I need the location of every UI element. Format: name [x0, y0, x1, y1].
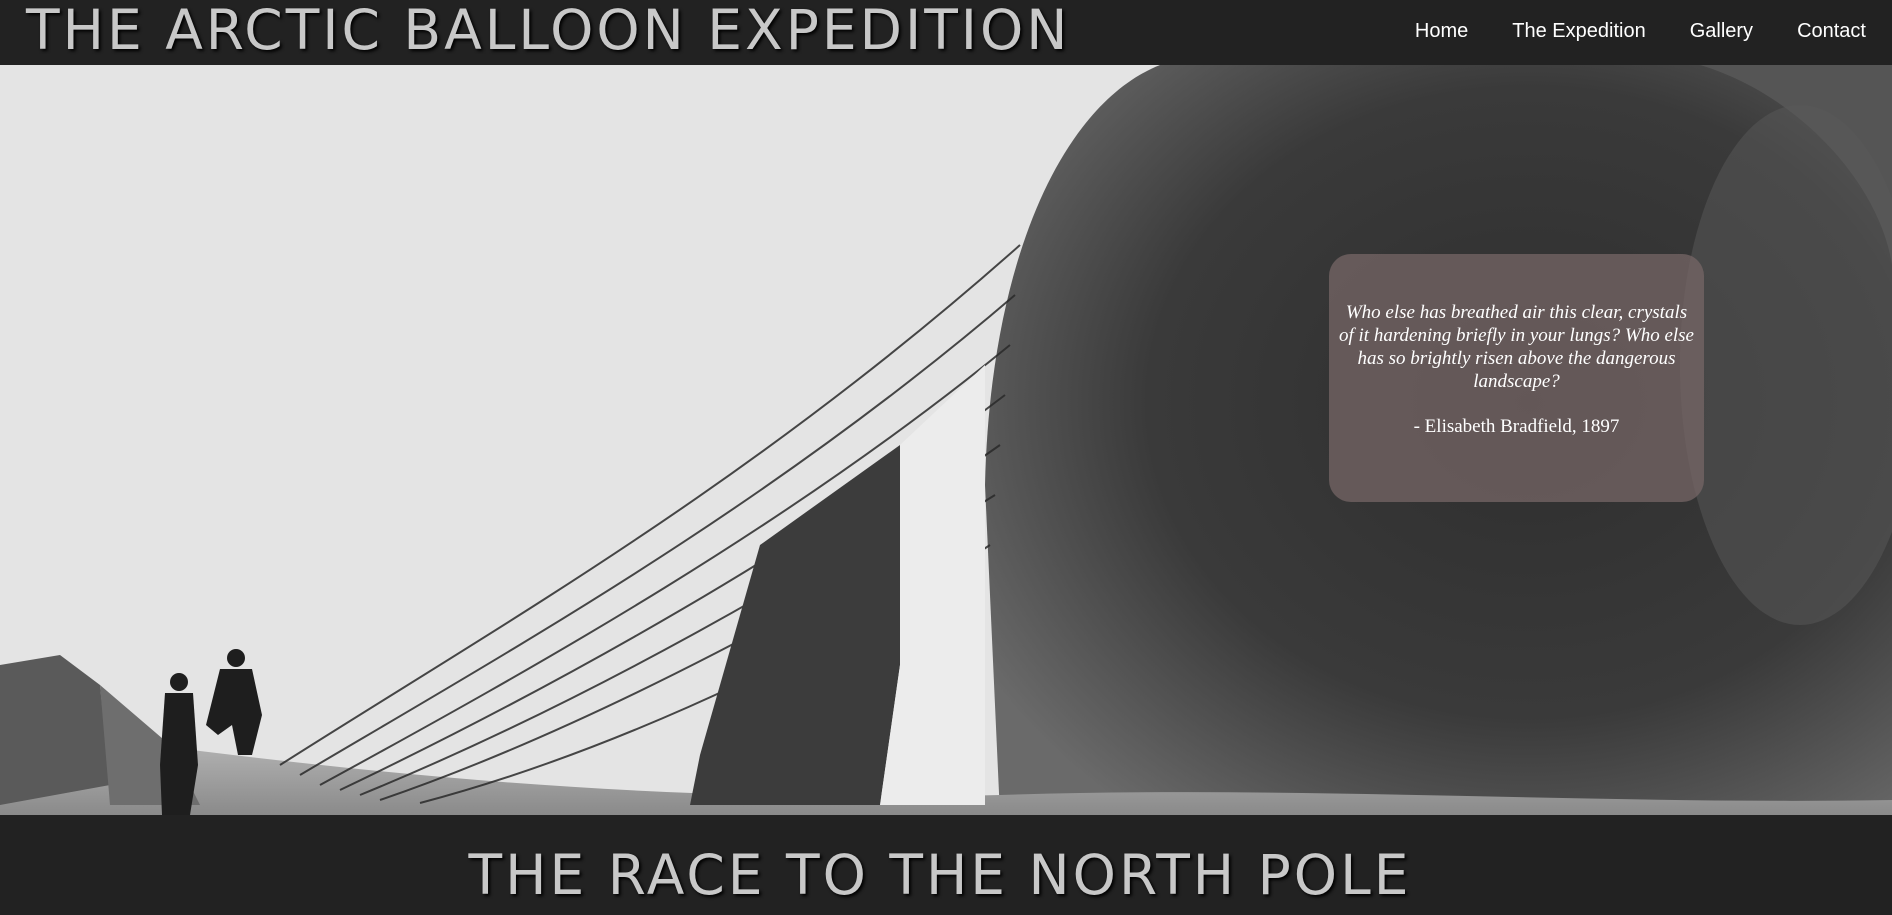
section-band: THE RACE TO THE NORTH POLE: [0, 815, 1892, 915]
quote-attribution: - Elisabeth Bradfield, 1897: [1413, 416, 1620, 437]
nav-the-expedition[interactable]: The Expedition: [1490, 18, 1667, 45]
nav-home[interactable]: Home: [1393, 18, 1490, 45]
nav-gallery[interactable]: Gallery: [1668, 18, 1775, 45]
nav-contact[interactable]: Contact: [1775, 18, 1888, 45]
site-header: THE ARCTIC BALLOON EXPEDITION Home The E…: [0, 0, 1892, 65]
quote-box: Who else has breathed air this clear, cr…: [1329, 254, 1704, 502]
hero-image: Who else has breathed air this clear, cr…: [0, 65, 1892, 815]
quote-text: Who else has breathed air this clear, cr…: [1339, 302, 1694, 392]
main-nav: Home The Expedition Gallery Contact: [1393, 18, 1888, 45]
section-title: THE RACE TO THE NORTH POLE: [468, 843, 1412, 907]
site-title: THE ARCTIC BALLOON EXPEDITION: [26, 0, 1071, 62]
